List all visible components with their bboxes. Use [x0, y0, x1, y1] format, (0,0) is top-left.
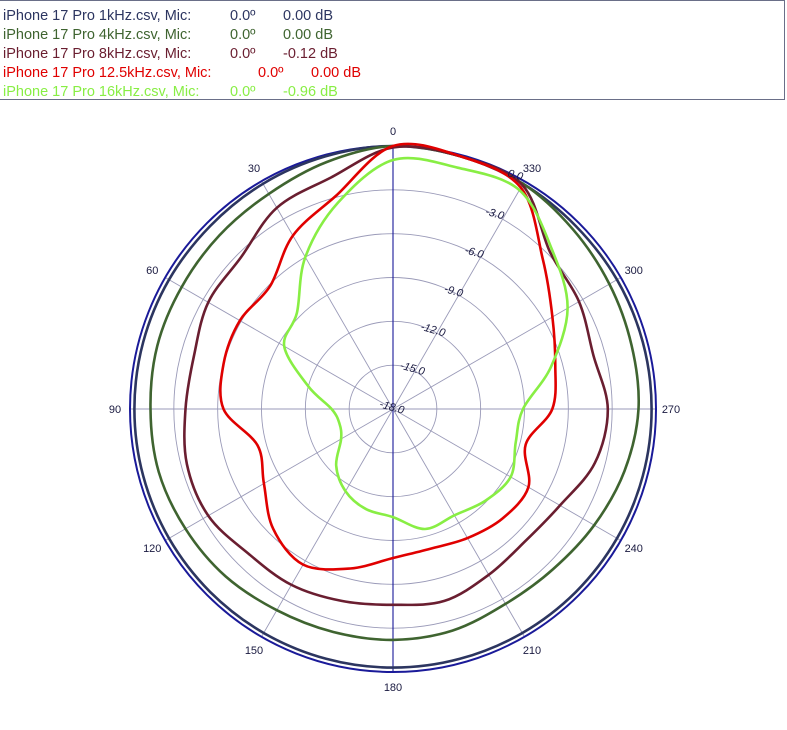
angle-tick-label: 330	[523, 163, 541, 175]
angle-tick-label: 0	[390, 126, 396, 138]
grid-spoke	[165, 277, 394, 410]
labels-layer: 03060901201501802102402703003300.0-3.0-6…	[109, 126, 680, 694]
radial-tick-label: -12.0	[419, 321, 447, 340]
angle-tick-label: 270	[662, 404, 680, 416]
series-line	[183, 145, 610, 607]
polar-chart: 03060901201501802102402703003300.0-3.0-6…	[109, 126, 680, 694]
radial-tick-label: -9.0	[443, 283, 465, 300]
series-line	[149, 144, 641, 642]
angle-tick-label: 300	[625, 265, 643, 277]
angle-tick-label: 240	[625, 543, 643, 555]
grid-spoke	[392, 277, 621, 410]
angle-tick-label: 60	[146, 265, 158, 277]
series-line	[282, 156, 569, 531]
series-line	[219, 142, 557, 571]
angle-tick-label: 90	[109, 404, 121, 416]
angle-tick-label: 210	[523, 645, 541, 657]
grid-spoke	[261, 408, 394, 637]
angle-tick-label: 150	[245, 645, 263, 657]
radial-tick-label: -18.0	[378, 398, 406, 417]
angle-tick-label: 180	[384, 682, 402, 694]
grid-spoke	[392, 408, 525, 637]
angle-tick-label: 120	[143, 543, 161, 555]
radial-tick-label: -3.0	[484, 206, 506, 223]
angle-tick-label: 30	[248, 163, 260, 175]
grid-spoke	[165, 408, 394, 541]
radial-tick-label: -6.0	[463, 244, 485, 261]
